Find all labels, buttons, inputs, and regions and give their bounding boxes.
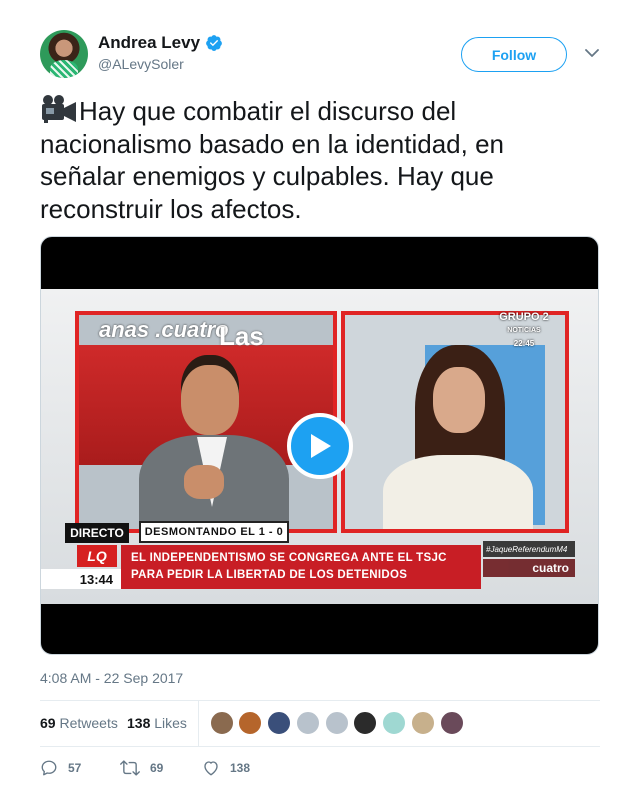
liker-avatar[interactable] [210, 711, 234, 735]
liker-avatar[interactable] [238, 711, 262, 735]
liker-avatar[interactable] [411, 711, 435, 735]
retweet-icon [120, 760, 140, 776]
broadcast-clock: 13:44 [41, 569, 121, 589]
tweet-timestamp[interactable]: 4:08 AM - 22 Sep 2017 [40, 670, 183, 686]
video-player[interactable]: anas .cuatro Las GRUPO 2 NOTICIAS 22:45 … [40, 236, 599, 655]
verified-badge-icon [206, 35, 222, 51]
lower-third: DIRECTO DESMONTANDO EL 1 - 0 #JaqueRefer… [41, 521, 598, 589]
news-headline-line-1: EL INDEPENDENTISMO SE CONGREGA ANTE EL T… [131, 552, 447, 564]
news-headline: EL INDEPENDENTISMO SE CONGREGA ANTE EL T… [121, 545, 481, 589]
author-name-row[interactable]: Andrea Levy [98, 33, 223, 53]
follow-button[interactable]: Follow [461, 37, 567, 72]
likes-stat[interactable]: 138 Likes [127, 715, 187, 731]
liker-avatar[interactable] [325, 711, 349, 735]
presenter-hand [184, 465, 224, 499]
tweet-header: Andrea Levy @ALevySoler Follow [40, 30, 600, 80]
hashtag-label: #JaqueReferendumM4 [483, 541, 575, 557]
channel-badge: GRUPO 2 NOTICIAS 22:45 [479, 311, 569, 351]
author-handle[interactable]: @ALevySoler [98, 56, 223, 72]
divider-bottom [40, 746, 600, 747]
reply-icon [41, 760, 57, 776]
liker-avatar[interactable] [296, 711, 320, 735]
like-count: 138 [230, 761, 251, 775]
presenter-screen-logo-2: Las [219, 321, 264, 351]
retweets-count: 69 [40, 715, 56, 731]
retweet-count: 69 [150, 761, 164, 775]
liker-avatar[interactable] [267, 711, 291, 735]
retweets-label: Retweets [59, 715, 118, 731]
chevron-down-icon[interactable] [585, 48, 599, 58]
likes-label: Likes [154, 715, 187, 731]
tweet-stats: 69 Retweets 138 Likes [40, 701, 600, 746]
profile-avatar[interactable] [40, 30, 88, 78]
play-button[interactable] [287, 413, 353, 479]
tweet-actions: 57 69 138 [40, 756, 600, 782]
tweet-text: Hay que combatir el discurso del naciona… [40, 95, 580, 225]
channel-corner-logo: cuatro [483, 559, 575, 577]
show-title: DESMONTANDO EL 1 - 0 [139, 521, 289, 543]
station-logo: LQ [77, 545, 117, 567]
like-button[interactable]: 138 [202, 759, 250, 777]
stats-separator [198, 701, 199, 746]
heart-icon [204, 761, 218, 776]
liker-avatar[interactable] [382, 711, 406, 735]
retweets-stat[interactable]: 69 Retweets [40, 715, 118, 731]
channel-badge-title: GRUPO 2 [499, 311, 549, 323]
reply-count: 57 [68, 761, 82, 775]
presenter-head [181, 365, 239, 435]
author-info: Andrea Levy @ALevySoler [98, 33, 223, 72]
reply-button[interactable]: 57 [40, 759, 81, 777]
presenter-screen-logo: anas .cuatro [99, 317, 229, 342]
retweet-button[interactable]: 69 [120, 759, 163, 777]
likes-count: 138 [127, 715, 151, 731]
channel-badge-subtitle: NOTICIAS [507, 327, 541, 334]
live-label: DIRECTO [65, 523, 129, 543]
news-headline-line-2: PARA PEDIR LA LIBERTAD DE LOS DETENIDOS [131, 569, 408, 581]
guest-face [433, 367, 485, 433]
liker-avatar[interactable] [440, 711, 464, 735]
tweet-body: Hay que combatir el discurso del naciona… [40, 96, 505, 224]
play-icon [311, 434, 331, 458]
author-display-name[interactable]: Andrea Levy [98, 33, 200, 53]
liker-avatar[interactable] [353, 711, 377, 735]
channel-badge-time: 22:45 [513, 339, 535, 348]
guest-body [383, 455, 533, 529]
movie-camera-icon [42, 95, 76, 123]
